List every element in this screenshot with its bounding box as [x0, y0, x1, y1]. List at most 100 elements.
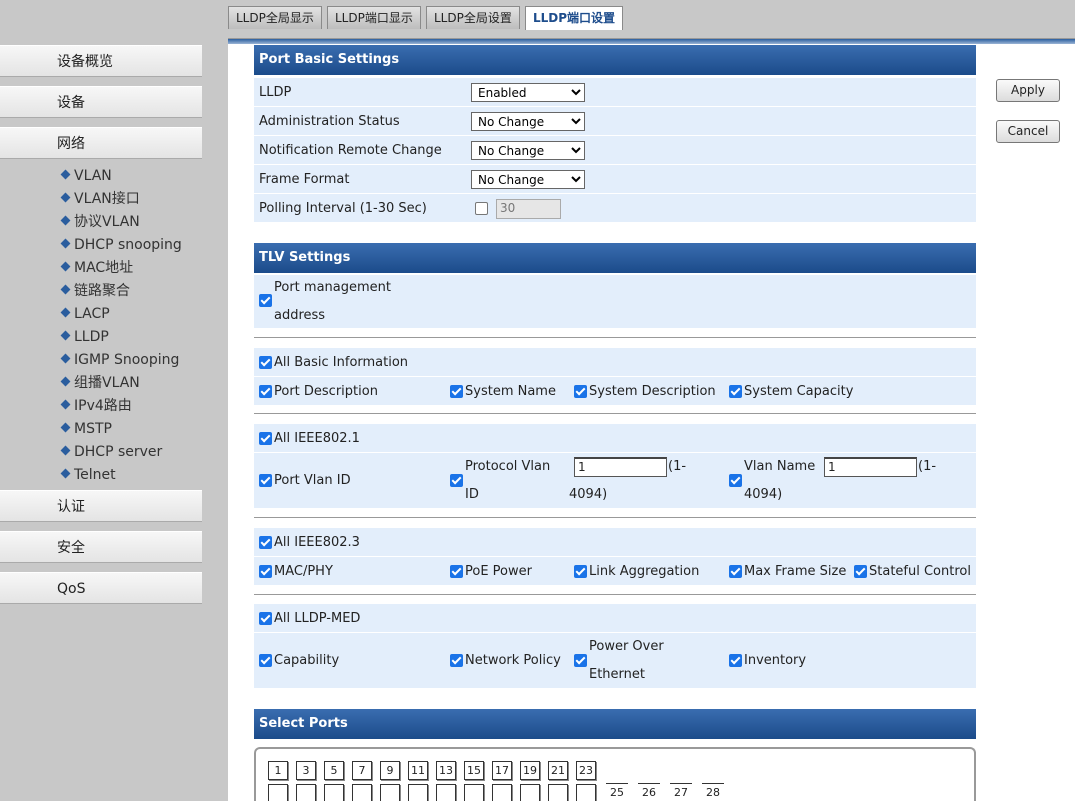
port-button[interactable]	[268, 784, 288, 801]
submenu-item[interactable]: 协议VLAN	[60, 211, 182, 234]
port-button[interactable]: 7	[352, 761, 372, 780]
port-button[interactable]	[520, 784, 540, 801]
bullet-diamond-icon	[60, 192, 71, 203]
port-button[interactable]	[548, 784, 568, 801]
proto-vlan-checkbox[interactable]	[450, 474, 463, 487]
vlan-name-checkbox[interactable]	[729, 474, 742, 487]
submenu-item-label: MSTP	[74, 421, 112, 437]
bullet-diamond-icon	[60, 330, 71, 341]
tab-lldp-port-settings[interactable]: LLDP端口设置	[525, 6, 624, 30]
submenu-item[interactable]: MSTP	[60, 418, 182, 441]
poe-power-checkbox[interactable]	[450, 565, 463, 578]
menu-device[interactable]: 设备	[0, 86, 202, 118]
submenu-item[interactable]: DHCP server	[60, 441, 182, 464]
frame-format-select[interactable]: No Change	[471, 170, 585, 189]
port-button[interactable]: 19	[520, 761, 540, 780]
mac-phy-checkbox[interactable]	[259, 565, 272, 578]
submenu-item[interactable]: 链路聚合	[60, 280, 182, 303]
port-button[interactable]	[296, 784, 316, 801]
row-basic-items: Port Description System Name System Desc…	[254, 377, 976, 406]
tab-lldp-port-display[interactable]: LLDP端口显示	[327, 6, 421, 29]
port-button[interactable]	[492, 784, 512, 801]
port-button[interactable]: 28	[702, 783, 724, 801]
port-button[interactable]: 11	[408, 761, 428, 780]
port-button[interactable]: 15	[464, 761, 484, 780]
cancel-button[interactable]: Cancel	[996, 120, 1060, 143]
menu-device-overview[interactable]: 设备概览	[0, 45, 202, 77]
port-button[interactable]	[436, 784, 456, 801]
port-button[interactable]	[464, 784, 484, 801]
submenu-item[interactable]: VLAN接口	[60, 188, 182, 211]
apply-button[interactable]: Apply	[996, 79, 1060, 102]
all-med-checkbox[interactable]	[259, 612, 272, 625]
polling-checkbox[interactable]	[475, 202, 488, 215]
port-vlan-checkbox[interactable]	[259, 474, 272, 487]
proto-vlan-input[interactable]: 1	[574, 457, 667, 477]
polling-input[interactable]: 30	[496, 199, 561, 219]
submenu-item[interactable]: LACP	[60, 303, 182, 326]
port-button[interactable]	[408, 784, 428, 801]
all-8021-checkbox[interactable]	[259, 432, 272, 445]
tab-lldp-global-settings[interactable]: LLDP全局设置	[426, 6, 520, 29]
port-button[interactable]: 27	[670, 783, 692, 801]
sys-desc-checkbox[interactable]	[574, 385, 587, 398]
all-8023-label: All IEEE802.3	[274, 535, 360, 550]
menu-qos[interactable]: QoS	[0, 572, 202, 604]
inventory-checkbox[interactable]	[729, 654, 742, 667]
port-button[interactable]	[324, 784, 344, 801]
all-basic-checkbox[interactable]	[259, 356, 272, 369]
vlan-name-input[interactable]: 1	[824, 457, 917, 477]
lldp-select[interactable]: Enabled	[471, 83, 585, 102]
submenu-item[interactable]: IGMP Snooping	[60, 349, 182, 372]
port-button[interactable]: 23	[576, 761, 596, 780]
stateful-checkbox[interactable]	[854, 565, 867, 578]
submenu-item[interactable]: MAC地址	[60, 257, 182, 280]
port-button[interactable]: 1	[268, 761, 288, 780]
capability-checkbox[interactable]	[259, 654, 272, 667]
submenu-item[interactable]: Telnet	[60, 464, 182, 487]
port-button[interactable]	[352, 784, 372, 801]
port-button[interactable]: 25	[606, 783, 628, 801]
bullet-diamond-icon	[60, 238, 71, 249]
net-policy-checkbox[interactable]	[450, 654, 463, 667]
max-frame-checkbox[interactable]	[729, 565, 742, 578]
all-8023-checkbox[interactable]	[259, 536, 272, 549]
poe-med-checkbox[interactable]	[574, 654, 587, 667]
port-button[interactable]: 5	[324, 761, 344, 780]
submenu-item-label: VLAN	[74, 168, 112, 184]
divider	[254, 337, 976, 338]
link-agg-checkbox[interactable]	[574, 565, 587, 578]
menu-auth[interactable]: 认证	[0, 490, 202, 522]
port-button[interactable]	[380, 784, 400, 801]
port-button[interactable]: 13	[436, 761, 456, 780]
notification-label: Notification Remote Change	[259, 143, 442, 158]
admin-status-select[interactable]: No Change	[471, 112, 585, 131]
port-mgmt-checkbox[interactable]	[259, 294, 272, 307]
port-desc-checkbox[interactable]	[259, 385, 272, 398]
sys-name-label: System Name	[465, 384, 556, 399]
bullet-diamond-icon	[60, 445, 71, 456]
submenu-item[interactable]: 组播VLAN	[60, 372, 182, 395]
menu-security[interactable]: 安全	[0, 531, 202, 563]
port-mgmt-label-1: Port management	[274, 280, 391, 295]
tab-lldp-global-display[interactable]: LLDP全局显示	[228, 6, 322, 29]
sys-name-checkbox[interactable]	[450, 385, 463, 398]
submenu-item[interactable]: VLAN	[60, 165, 182, 188]
submenu-item[interactable]: IPv4路由	[60, 395, 182, 418]
row-med-items: Capability Network Policy Power Over Eth…	[254, 633, 976, 689]
sys-cap-checkbox[interactable]	[729, 385, 742, 398]
sys-desc-label: System Description	[589, 384, 716, 399]
notification-select[interactable]: No Change	[471, 141, 585, 160]
port-button[interactable]	[576, 784, 596, 801]
port-button[interactable]: 17	[492, 761, 512, 780]
submenu-item[interactable]: DHCP snooping	[60, 234, 182, 257]
port-button[interactable]: 9	[380, 761, 400, 780]
submenu-item[interactable]: LLDP	[60, 326, 182, 349]
row-8023-items: MAC/PHY PoE Power Link Aggregation Max F…	[254, 557, 976, 586]
port-button[interactable]: 26	[638, 783, 660, 801]
capability-label: Capability	[274, 653, 340, 668]
port-button[interactable]: 21	[548, 761, 568, 780]
menu-network[interactable]: 网络	[0, 127, 202, 159]
port-button[interactable]: 3	[296, 761, 316, 780]
mac-phy-label: MAC/PHY	[274, 564, 333, 579]
